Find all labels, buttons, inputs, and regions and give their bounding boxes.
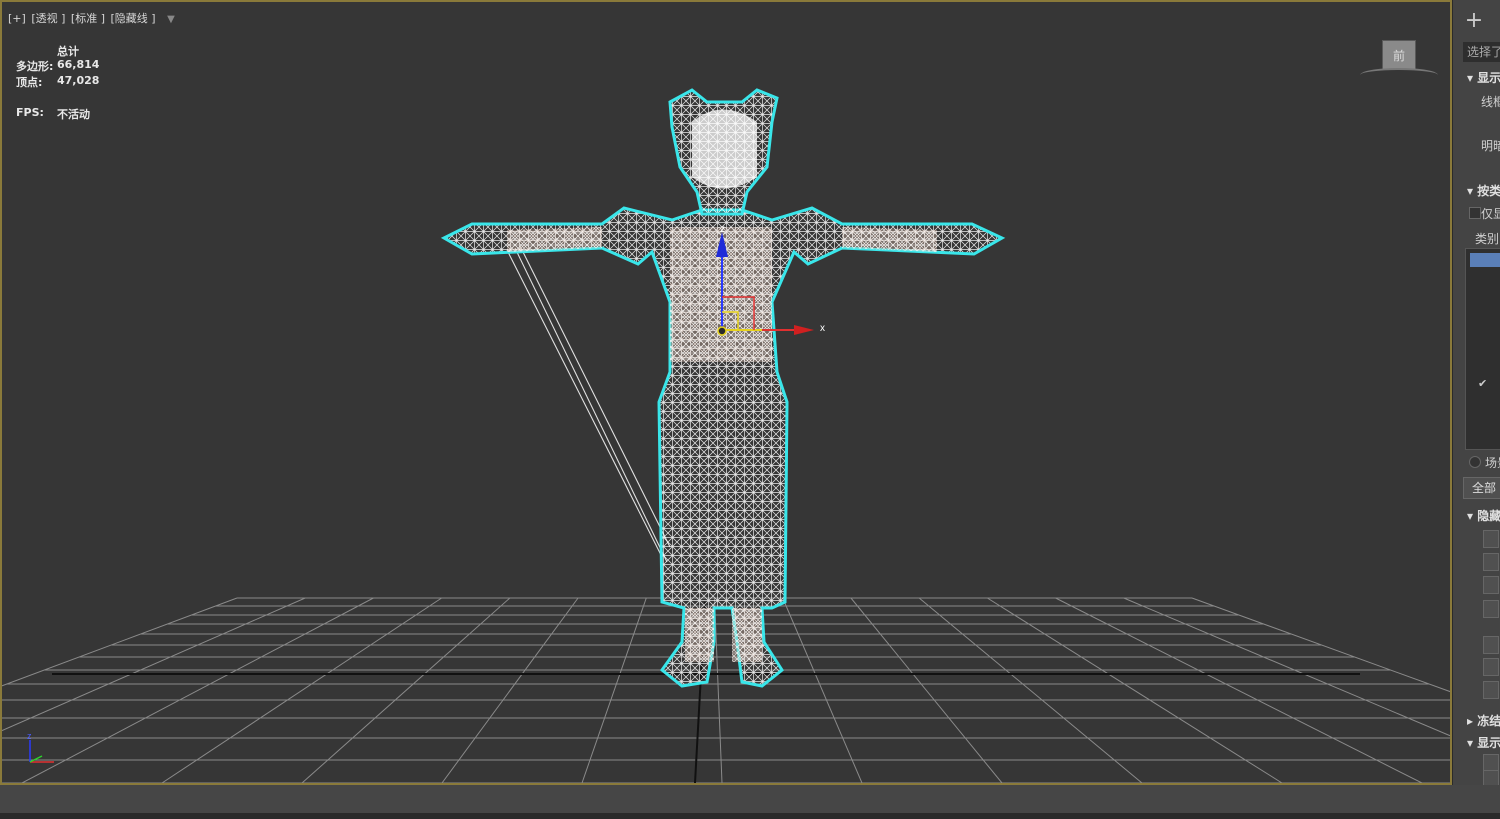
wireframe-label: 线框 (1481, 95, 1500, 109)
category-header: 类别 (1475, 232, 1500, 246)
section-display-properties[interactable]: ▾ 显示 (1467, 734, 1500, 751)
perspective-viewport[interactable]: [+] [透视 ] [标准 ] [隐藏线 ] ▼ 总计 多边形: 66,814 … (0, 0, 1452, 785)
scene-canvas: z x z (2, 88, 1450, 783)
hide-button-1[interactable] (1483, 530, 1499, 548)
section-display[interactable]: ▾ 显示 (1467, 69, 1500, 86)
gizmo-z-label: z (720, 224, 725, 235)
category-list-selected-row[interactable] (1470, 253, 1500, 267)
only-visible-checkbox[interactable] (1469, 207, 1481, 219)
time-slider-bar[interactable] (0, 785, 1500, 819)
triad-z-label: z (27, 731, 32, 741)
selection-search-input[interactable]: 选择了 (1463, 42, 1500, 62)
check-icon: ✔ (1478, 377, 1488, 390)
character-wireframe[interactable] (440, 88, 1006, 688)
shaded-label: 明暗 (1481, 139, 1500, 153)
gizmo-x-label: x (820, 323, 825, 334)
scene-label: 场景 (1485, 456, 1500, 470)
category-list[interactable]: ✔ (1465, 248, 1500, 450)
section-by-category[interactable]: ▾ 按类 (1467, 182, 1500, 199)
hide-button-5[interactable] (1483, 636, 1499, 654)
viewcube[interactable]: 前 (1382, 40, 1416, 70)
hide-button-7[interactable] (1483, 681, 1499, 699)
section-hide[interactable]: ▾ 隐藏 (1467, 507, 1500, 524)
display-prop-button-2[interactable] (1483, 770, 1499, 785)
scene-radio[interactable] (1469, 456, 1481, 468)
only-visible-label: 仅显 (1481, 207, 1500, 221)
home-grid (2, 597, 1450, 783)
hide-button-6[interactable] (1483, 658, 1499, 676)
viewcube-face-label: 前 (1392, 49, 1405, 63)
hide-button-3[interactable] (1483, 576, 1499, 594)
hide-button-4[interactable] (1483, 600, 1499, 618)
scene-explorer-panel: + 选择了 ▾ 显示 线框 明暗 ▾ 按类 仅显 类别 ✔ 场景 全部 ▾ 隐藏… (1452, 0, 1500, 785)
viewcube-compass-ring[interactable] (1360, 68, 1438, 82)
timeline-track[interactable] (0, 813, 1500, 819)
plus-icon[interactable]: + (1461, 8, 1487, 34)
all-button[interactable]: 全部 (1463, 477, 1500, 499)
section-freeze[interactable]: ▸ 冻结 (1467, 712, 1500, 729)
hide-button-2[interactable] (1483, 553, 1499, 571)
axis-triad: z (27, 731, 54, 763)
